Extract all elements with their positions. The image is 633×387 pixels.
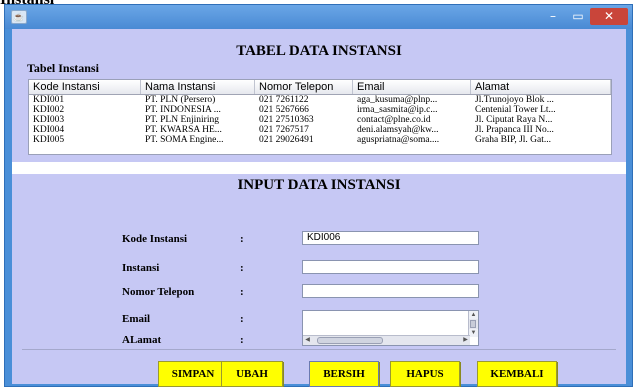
- table-cell[interactable]: 021 5267666: [255, 105, 353, 115]
- kode-instansi-input[interactable]: KDI006: [302, 231, 479, 245]
- table-cell[interactable]: KDI001: [29, 95, 141, 105]
- column-header-alamat[interactable]: Alamat: [471, 80, 611, 94]
- scroll-left-arrow-icon[interactable]: ◀: [303, 336, 312, 345]
- close-button[interactable]: ✕: [590, 8, 628, 25]
- table-cell[interactable]: Jl. Ciputat Raya N...: [471, 115, 611, 125]
- maximize-button[interactable]: ▭: [567, 8, 589, 25]
- table-cell[interactable]: PT. PLN Enjiniring: [141, 115, 255, 125]
- email-label: Email: [122, 313, 151, 325]
- table-cell[interactable]: 021 27510363: [255, 115, 353, 125]
- colon-separator: :: [240, 334, 244, 346]
- table-cell[interactable]: aguspriatna@soma....: [353, 135, 471, 145]
- table-cell[interactable]: Graha BIP, Jl. Gat...: [471, 135, 611, 145]
- form-title: INPUT DATA INSTANSI: [237, 177, 401, 193]
- table-cell[interactable]: PT. SOMA Engine...: [141, 135, 255, 145]
- hapus-button[interactable]: HAPUS: [390, 361, 460, 387]
- table-body: KDI001 PT. PLN (Persero) 021 7261122 aga…: [29, 95, 611, 145]
- table-cell[interactable]: irma_sasmita@ip.c...: [353, 105, 471, 115]
- bersih-button[interactable]: BERSIH: [309, 361, 379, 387]
- alamat-horizontal-scrollbar[interactable]: ◀ ▶: [303, 335, 470, 345]
- table-cell[interactable]: 021 29026491: [255, 135, 353, 145]
- table-title: TABEL DATA INSTANSI: [236, 43, 402, 59]
- scroll-thumb[interactable]: [317, 337, 383, 344]
- table-cell[interactable]: PT. PLN (Persero): [141, 95, 255, 105]
- minimize-button[interactable]: –: [543, 8, 563, 25]
- simpan-button[interactable]: SIMPAN: [158, 361, 228, 387]
- colon-separator: :: [240, 313, 244, 325]
- table-panel: TABEL DATA INSTANSI Tabel Instansi Kode …: [12, 29, 626, 162]
- colon-separator: :: [240, 286, 244, 298]
- table-row[interactable]: KDI003 PT. PLN Enjiniring 021 27510363 c…: [29, 115, 611, 125]
- table-cell[interactable]: Centenial Tower Lt...: [471, 105, 611, 115]
- instansi-label: Instansi: [122, 262, 160, 274]
- kembali-button[interactable]: KEMBALI: [477, 361, 557, 387]
- alamat-label: ALamat: [122, 334, 162, 346]
- table-row[interactable]: KDI004 PT. KWARSA HE... 021 7267517 deni…: [29, 125, 611, 135]
- form-panel: INPUT DATA INSTANSI Kode Instansi : KDI0…: [12, 174, 626, 384]
- column-header-telepon[interactable]: Nomor Telepon: [255, 80, 353, 94]
- scroll-down-arrow-icon[interactable]: ▼: [469, 329, 478, 337]
- column-header-kode[interactable]: Kode Instansi: [29, 80, 141, 94]
- column-header-email[interactable]: Email: [353, 80, 471, 94]
- ubah-button[interactable]: UBAH: [221, 361, 283, 387]
- table-cell[interactable]: KDI005: [29, 135, 141, 145]
- table-cell[interactable]: KDI002: [29, 105, 141, 115]
- alamat-textarea[interactable]: ▲ ▼ ◀ ▶: [302, 310, 479, 346]
- alamat-vertical-scrollbar[interactable]: ▲ ▼: [468, 311, 478, 337]
- table-cell[interactable]: KDI003: [29, 115, 141, 125]
- column-header-nama[interactable]: Nama Instansi: [141, 80, 255, 94]
- instansi-input[interactable]: [302, 260, 479, 274]
- table-cell[interactable]: Jl.Trunojoyo Blok ...: [471, 95, 611, 105]
- table-header: Kode Instansi Nama Instansi Nomor Telepo…: [29, 80, 611, 95]
- table-cell[interactable]: 021 7267517: [255, 125, 353, 135]
- table-cell[interactable]: KDI004: [29, 125, 141, 135]
- app-window: ☕ – ▭ ✕ TABEL DATA INSTANSI Tabel Instan…: [4, 4, 633, 387]
- table-cell[interactable]: Jl. Prapanca III No...: [471, 125, 611, 135]
- table-cell[interactable]: 021 7261122: [255, 95, 353, 105]
- table-cell[interactable]: PT. INDONESIA ...: [141, 105, 255, 115]
- table-cell[interactable]: PT. KWARSA HE...: [141, 125, 255, 135]
- window-content: TABEL DATA INSTANSI Tabel Instansi Kode …: [12, 29, 626, 387]
- table-row[interactable]: KDI001 PT. PLN (Persero) 021 7261122 aga…: [29, 95, 611, 105]
- colon-separator: :: [240, 233, 244, 245]
- java-app-icon: ☕: [11, 10, 27, 24]
- instansi-table[interactable]: Kode Instansi Nama Instansi Nomor Telepo…: [28, 79, 612, 155]
- table-cell[interactable]: deni.alamsyah@kw...: [353, 125, 471, 135]
- kode-instansi-label: Kode Instansi: [122, 233, 188, 245]
- nomor-telepon-label: Nomor Telepon: [122, 286, 195, 298]
- table-border-label: Tabel Instansi: [27, 61, 99, 75]
- table-row[interactable]: KDI002 PT. INDONESIA ... 021 5267666 irm…: [29, 105, 611, 115]
- nomor-telepon-input[interactable]: [302, 284, 479, 298]
- form-divider: [22, 349, 616, 350]
- table-cell[interactable]: contact@plne.co.id: [353, 115, 471, 125]
- scroll-up-arrow-icon[interactable]: ▲: [469, 311, 478, 319]
- colon-separator: :: [240, 262, 244, 274]
- title-bar[interactable]: ☕ – ▭ ✕: [5, 5, 632, 29]
- scroll-right-arrow-icon[interactable]: ▶: [461, 336, 470, 345]
- table-cell[interactable]: aga_kusuma@plnp...: [353, 95, 471, 105]
- table-row[interactable]: KDI005 PT. SOMA Engine... 021 29026491 a…: [29, 135, 611, 145]
- scroll-thumb[interactable]: [470, 320, 476, 328]
